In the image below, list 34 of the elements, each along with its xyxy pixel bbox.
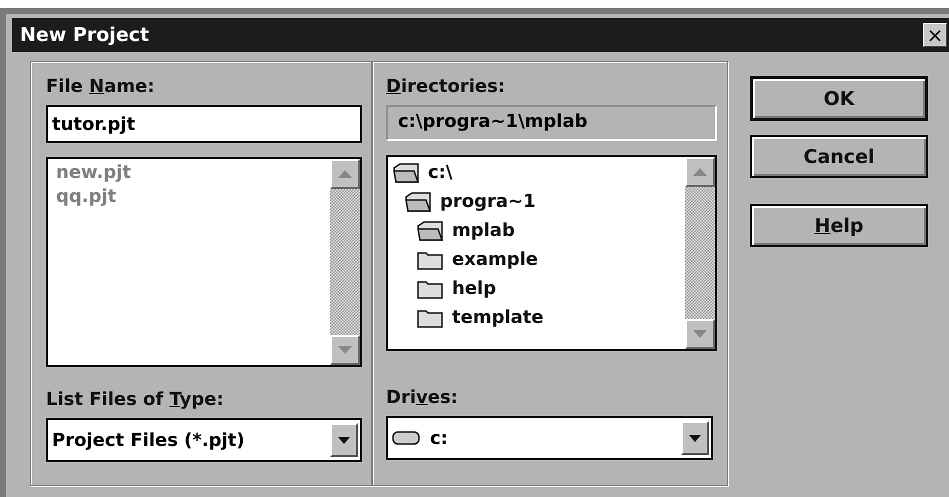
directory-item[interactable]: template xyxy=(452,307,544,328)
scroll-up-icon xyxy=(338,170,352,178)
scroll-down-icon xyxy=(693,330,707,338)
file-item[interactable]: new.pjt xyxy=(56,161,131,185)
field-label: Directories: xyxy=(386,76,506,97)
directory-item[interactable]: progra~1 xyxy=(440,191,536,212)
dialog-button[interactable]: OK xyxy=(750,76,928,121)
drives-dropdown[interactable]: c: xyxy=(386,416,713,460)
directory-item[interactable]: c:\ xyxy=(428,162,452,183)
directory-item[interactable]: help xyxy=(452,278,496,299)
directory-item[interactable]: example xyxy=(452,249,538,270)
window-title: New Project xyxy=(20,24,150,46)
dropdown-button[interactable] xyxy=(681,421,709,455)
dialog-button[interactable]: Cancel xyxy=(750,135,928,178)
field-label: Drives: xyxy=(386,387,459,408)
scroll-up-icon xyxy=(693,168,707,176)
caret-icon xyxy=(689,434,701,442)
dialog-button[interactable]: Help xyxy=(750,204,928,247)
directory-path: c:\progra~1\mplab xyxy=(386,105,717,141)
directory-item[interactable]: mplab xyxy=(452,220,515,241)
drive-icon xyxy=(392,430,420,446)
caret-icon xyxy=(338,436,350,444)
close-button[interactable]: × xyxy=(923,23,947,47)
field-label: List Files of Type: xyxy=(46,389,225,410)
directory-list[interactable]: c:\ progra~1 mplab example help template xyxy=(386,155,717,351)
dropdown-button[interactable] xyxy=(330,423,358,457)
scrollbar[interactable] xyxy=(330,159,360,365)
file-list[interactable]: new.pjt qq.pjt xyxy=(46,157,362,367)
file-item[interactable]: qq.pjt xyxy=(56,185,116,209)
scrollbar[interactable] xyxy=(685,157,715,349)
scroll-down-icon xyxy=(338,346,352,354)
file-type-dropdown[interactable]: Project Files (*.pjt) xyxy=(46,418,362,462)
field-label: File Name: xyxy=(46,76,156,97)
file-name-field[interactable]: tutor.pjt xyxy=(46,105,362,143)
